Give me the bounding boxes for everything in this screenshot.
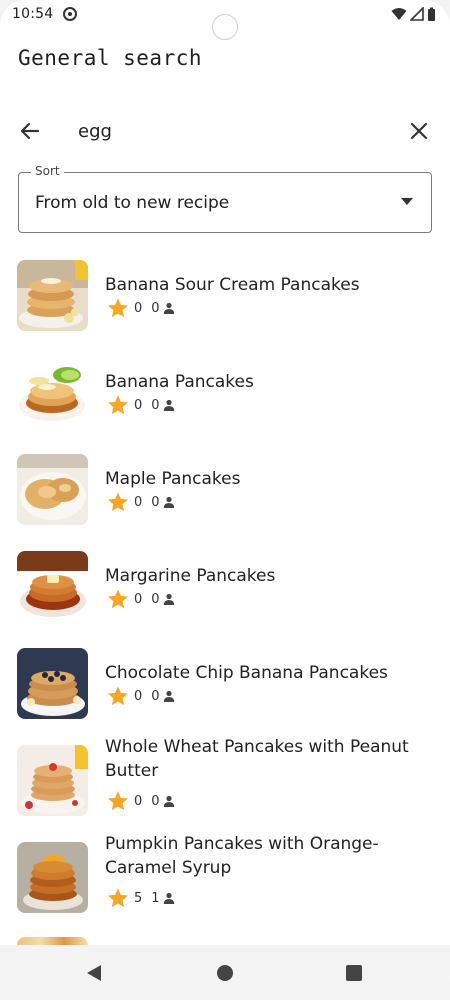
- app-notification-icon: [63, 7, 78, 21]
- review-count: 0: [151, 300, 160, 316]
- wifi-icon: [391, 8, 407, 20]
- camera-cutout: [212, 14, 238, 40]
- star-icon: [108, 589, 128, 609]
- recipe-item[interactable]: Banana Pancakes 0 0: [0, 347, 450, 444]
- recipe-name: Maple Pancakes: [105, 469, 241, 489]
- star-icon: [108, 492, 128, 512]
- recipe-meta: 0 0: [107, 394, 175, 416]
- person-icon: [163, 399, 174, 411]
- star-icon: [108, 686, 128, 706]
- app-screen: 10:54 General search Sort: [0, 0, 450, 1000]
- recipe-thumbnail: [17, 745, 88, 816]
- rating-value: 0: [134, 793, 143, 809]
- status-icons: [391, 7, 436, 22]
- nav-recents-icon[interactable]: [346, 965, 362, 981]
- star-icon: [108, 395, 128, 415]
- star-icon: [108, 791, 128, 811]
- close-icon[interactable]: [407, 119, 431, 143]
- recipe-name: Whole Wheat Pancakes with Peanut Butter: [105, 737, 409, 781]
- page-title: General search: [18, 46, 203, 70]
- recipe-meta: 0 0: [107, 790, 175, 812]
- search-input[interactable]: [78, 116, 378, 146]
- battery-icon: [428, 7, 435, 21]
- sort-selected-value: From old to new recipe: [35, 193, 230, 213]
- recipe-name: Chocolate Chip Banana Pancakes: [105, 663, 388, 683]
- review-count: 0: [151, 688, 160, 704]
- person-icon: [163, 496, 174, 508]
- status-time: 10:54: [12, 6, 54, 22]
- recipe-thumbnail-partial[interactable]: [17, 937, 88, 945]
- recipe-item[interactable]: Maple Pancakes 0 0: [0, 444, 450, 541]
- person-icon: [163, 795, 174, 807]
- recipe-item[interactable]: Margarine Pancakes 0 0: [0, 541, 450, 638]
- recipe-thumbnail: [17, 551, 88, 622]
- nav-home-icon[interactable]: [217, 965, 233, 981]
- review-count: 0: [151, 591, 160, 607]
- person-icon: [163, 593, 174, 605]
- person-icon: [163, 302, 174, 314]
- recipe-thumbnail: [17, 648, 88, 719]
- rating-value: 0: [134, 494, 143, 510]
- signal-icon: [410, 7, 424, 21]
- review-count: 0: [151, 793, 160, 809]
- recipe-thumbnail: [17, 454, 88, 525]
- sort-label: Sort: [31, 164, 64, 178]
- recipe-item[interactable]: Pumpkin Pancakes with Orange-Caramel Syr…: [0, 832, 450, 929]
- review-count: 0: [151, 397, 160, 413]
- person-icon: [163, 690, 174, 702]
- system-nav-bar: [0, 945, 450, 1000]
- recipe-item[interactable]: Banana Sour Cream Pancakes 0 0: [0, 250, 450, 347]
- caret-down-icon: [401, 198, 413, 205]
- recipe-thumbnail: [17, 842, 88, 913]
- recipe-name: Banana Pancakes: [105, 372, 254, 392]
- recipe-list: Banana Sour Cream Pancakes 0 0 Banana Pa…: [0, 250, 450, 929]
- rating-value: 5: [134, 890, 143, 906]
- recipe-meta: 0 0: [107, 297, 175, 319]
- arrow-left-icon[interactable]: [18, 119, 42, 143]
- recipe-item[interactable]: Chocolate Chip Banana Pancakes 0 0: [0, 638, 450, 735]
- nav-back-icon[interactable]: [86, 964, 102, 982]
- recipe-meta: 0 0: [107, 491, 175, 513]
- star-icon: [108, 888, 128, 908]
- recipe-meta: 0 0: [107, 588, 175, 610]
- review-count: 0: [151, 494, 160, 510]
- review-count: 1: [151, 890, 160, 906]
- recipe-meta: 0 0: [107, 685, 175, 707]
- recipe-thumbnail: [17, 357, 88, 428]
- rating-value: 0: [134, 591, 143, 607]
- sort-dropdown[interactable]: Sort From old to new recipe: [18, 164, 432, 233]
- recipe-thumbnail: [17, 260, 88, 331]
- recipe-name: Margarine Pancakes: [105, 566, 276, 586]
- rating-value: 0: [134, 688, 143, 704]
- person-icon: [163, 892, 174, 904]
- star-icon: [108, 298, 128, 318]
- recipe-meta: 5 1: [107, 887, 175, 909]
- search-bar: [0, 108, 450, 154]
- recipe-name: Pumpkin Pancakes with Orange-Caramel Syr…: [105, 834, 379, 878]
- rating-value: 0: [134, 397, 143, 413]
- recipe-item[interactable]: Whole Wheat Pancakes with Peanut Butter …: [0, 735, 450, 832]
- recipe-name: Banana Sour Cream Pancakes: [105, 275, 360, 295]
- rating-value: 0: [134, 300, 143, 316]
